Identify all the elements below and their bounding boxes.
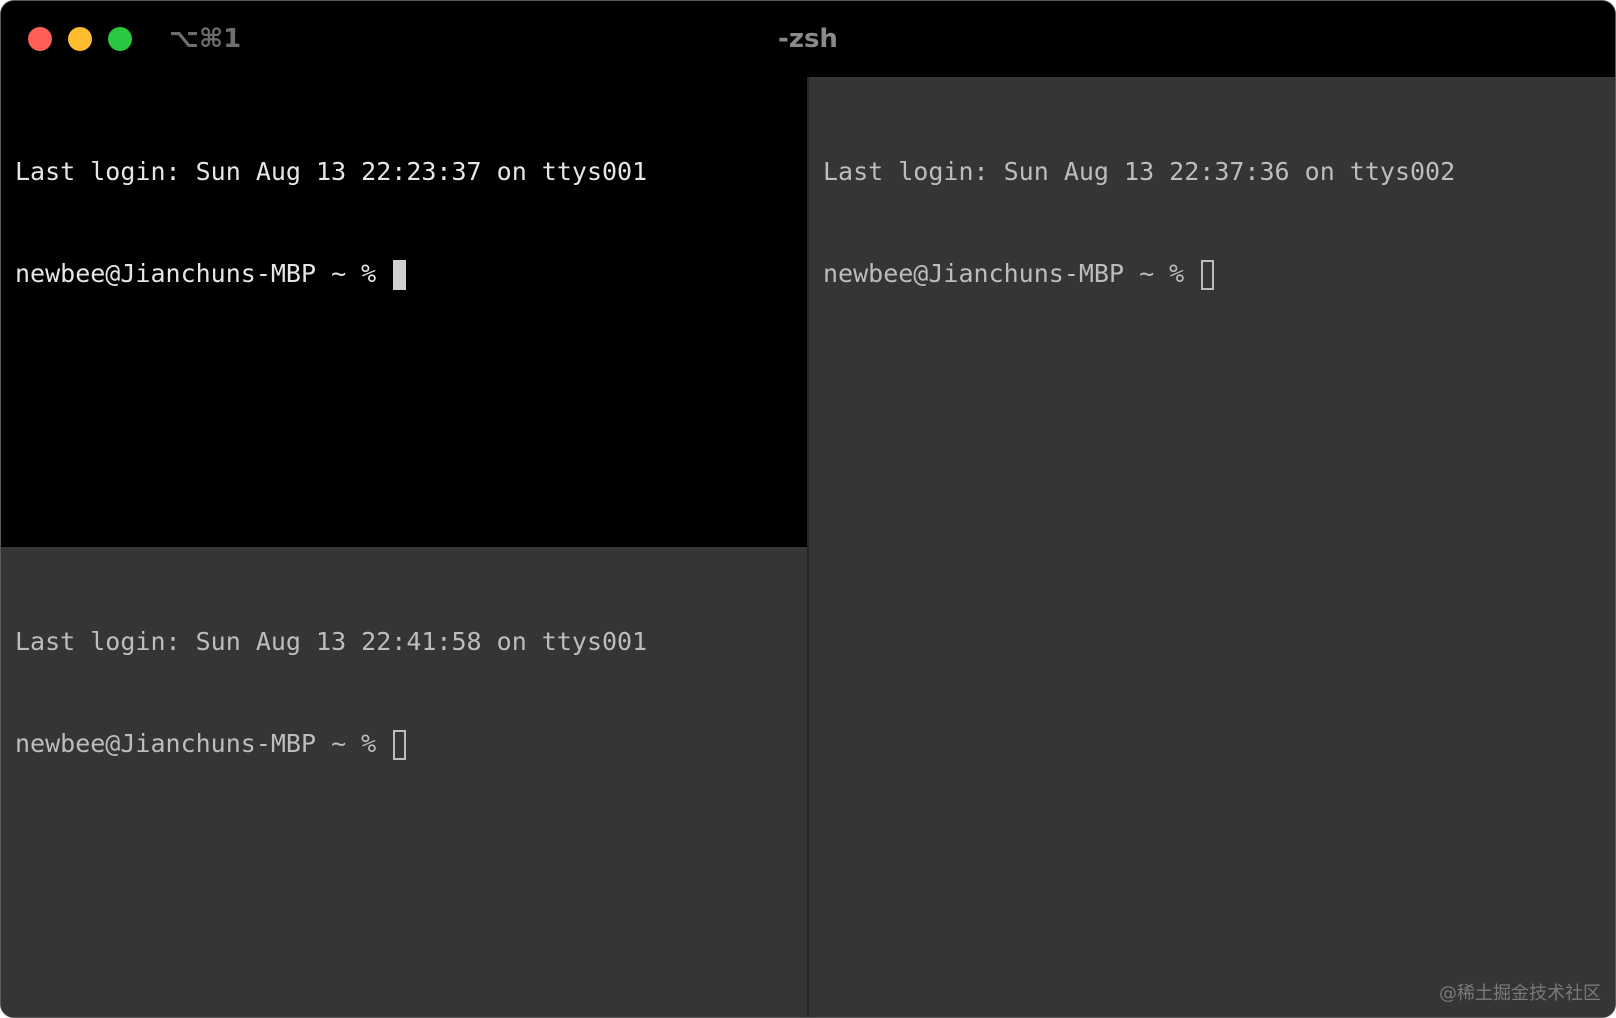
prompt-line: newbee@Jianchuns-MBP ~ % (823, 257, 1601, 291)
watermark: @稀土掘金技术社区 (1439, 983, 1601, 1004)
terminal-pane-right[interactable]: Last login: Sun Aug 13 22:37:36 on ttys0… (809, 77, 1615, 1017)
prompt-text: newbee@Jianchuns-MBP ~ % (15, 259, 392, 288)
text-cursor (393, 730, 407, 760)
prompt-line: newbee@Jianchuns-MBP ~ % (15, 727, 793, 761)
last-login-line: Last login: Sun Aug 13 22:23:37 on ttys0… (15, 157, 648, 186)
text-cursor (1201, 260, 1215, 290)
prompt-line: newbee@Jianchuns-MBP ~ % (15, 257, 793, 291)
last-login-line: Last login: Sun Aug 13 22:37:36 on ttys0… (823, 157, 1456, 186)
title-bar[interactable]: ⌥⌘1 -zsh (1, 1, 1615, 77)
terminal-window: ⌥⌘1 -zsh Last login: Sun Aug 13 22:23:37… (0, 0, 1616, 1018)
last-login-line: Last login: Sun Aug 13 22:41:58 on ttys0… (15, 627, 648, 656)
terminal-pane-bottom-left[interactable]: Last login: Sun Aug 13 22:41:58 on ttys0… (1, 547, 807, 1017)
text-cursor (393, 260, 407, 290)
window-title: -zsh (778, 24, 838, 54)
terminal-pane-top-left[interactable]: Last login: Sun Aug 13 22:23:37 on ttys0… (1, 77, 807, 547)
prompt-text: newbee@Jianchuns-MBP ~ % (15, 729, 392, 758)
prompt-text: newbee@Jianchuns-MBP ~ % (823, 259, 1200, 288)
